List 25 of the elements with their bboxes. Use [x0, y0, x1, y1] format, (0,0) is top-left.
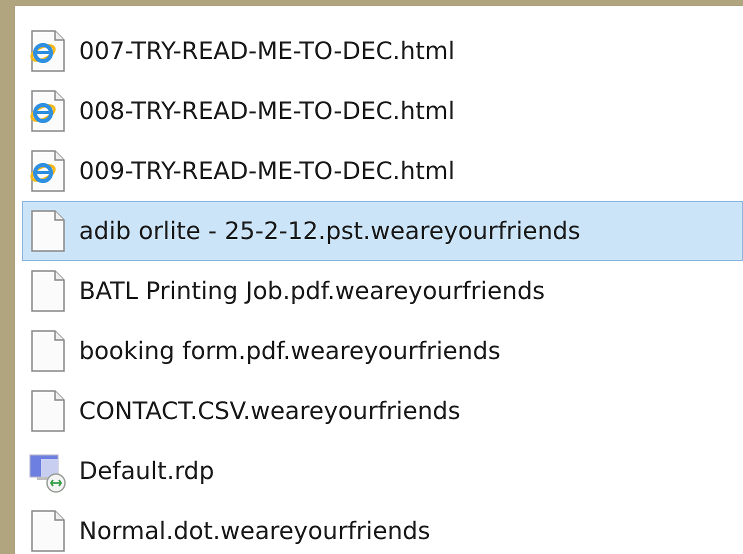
file-row[interactable]: booking form.pdf.weareyourfriends — [22, 321, 743, 381]
file-row[interactable]: 007-TRY-READ-ME-TO-DEC.html — [22, 21, 743, 81]
file-row[interactable]: BATL Printing Job.pdf.weareyourfriends — [22, 261, 743, 321]
file-name: booking form.pdf.weareyourfriends — [79, 336, 500, 367]
file-row[interactable]: Normal.dot.weareyourfriends — [22, 501, 743, 554]
file-name: 007-TRY-READ-ME-TO-DEC.html — [79, 36, 455, 67]
file-icon — [29, 389, 67, 433]
file-name: CONTACT.CSV.weareyourfriends — [79, 396, 460, 427]
file-row[interactable]: 009-TRY-READ-ME-TO-DEC.html — [22, 141, 743, 201]
file-name: 008-TRY-READ-ME-TO-DEC.html — [79, 96, 455, 127]
file-name: 009-TRY-READ-ME-TO-DEC.html — [79, 156, 455, 187]
file-row[interactable]: 008-TRY-READ-ME-TO-DEC.html — [22, 81, 743, 141]
file-name: Default.rdp — [79, 456, 214, 487]
file-row[interactable]: adib orlite - 25-2-12.pst.weareyourfriends — [22, 201, 743, 261]
file-name: adib orlite - 25-2-12.pst.weareyourfriends — [79, 216, 580, 247]
file-row[interactable]: Default.rdp — [22, 441, 743, 501]
file-name: BATL Printing Job.pdf.weareyourfriends — [79, 276, 545, 307]
file-icon — [29, 209, 67, 253]
file-row[interactable]: CONTACT.CSV.weareyourfriends — [22, 381, 743, 441]
file-icon — [29, 269, 67, 313]
web-page-icon — [29, 149, 67, 193]
file-name: Normal.dot.weareyourfriends — [79, 516, 430, 547]
web-page-icon — [29, 29, 67, 73]
web-page-icon — [29, 89, 67, 133]
file-icon — [29, 329, 67, 373]
